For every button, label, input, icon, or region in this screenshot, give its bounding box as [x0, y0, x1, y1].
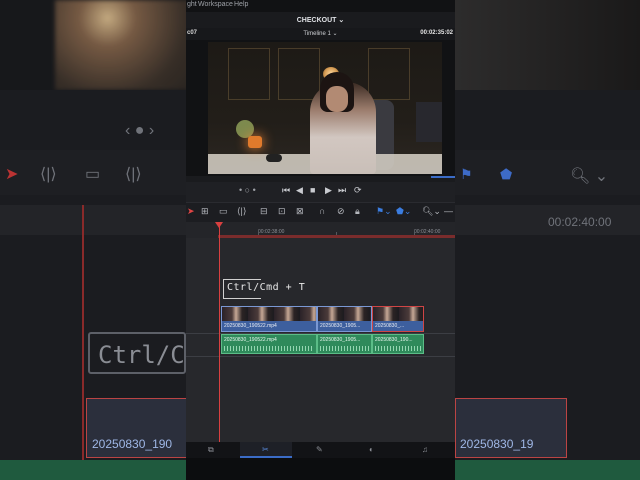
audio-clip[interactable]: 20250830_190... [372, 334, 424, 354]
flag-icon[interactable]: ⚑⌄ [376, 206, 392, 217]
media-icon[interactable]: ⧉ [208, 445, 214, 455]
background-timecode: 00:02:40:00 [548, 215, 612, 229]
audio-clip[interactable]: 20250830_1905... [317, 334, 372, 354]
background-blade-icon: ▭ [85, 166, 101, 183]
video-candle [248, 136, 262, 148]
video-monitor [416, 102, 442, 142]
loop-icon[interactable]: ⟳ [354, 185, 362, 196]
clip-name: 20250830_1905... [320, 337, 361, 343]
stop-icon[interactable]: ■ [310, 185, 315, 195]
shortcut-label: Ctrl/Cmd + T [227, 282, 306, 293]
menu-item-partial[interactable]: ght [187, 1, 197, 8]
chevron-down-icon: ⌄ [332, 31, 338, 37]
bottom-bar [186, 458, 455, 480]
video-wall-panel [228, 48, 270, 100]
video-person-face [326, 86, 348, 112]
video-frame [208, 42, 442, 174]
marker-icon[interactable]: ⬟⌄ [396, 206, 411, 217]
clip-name: 20250830_190522.mp4 [224, 337, 277, 343]
video-clip[interactable]: 20250830_190522.mp4 [221, 306, 317, 332]
video-wall-panel [278, 48, 320, 100]
viewer[interactable] [186, 40, 455, 176]
viewer-dots-icon[interactable]: • ○ • [239, 185, 256, 195]
dynamic-trim-icon[interactable]: ▭ [219, 206, 228, 217]
video-clip[interactable]: 20250830_1905... [317, 306, 372, 332]
record-timecode: 00:02:35:02 [420, 30, 453, 36]
transport-controls [186, 182, 455, 202]
overwrite-clip-icon[interactable]: ⊡ [278, 206, 286, 217]
blade-icon[interactable]: ⟨|⟩ [237, 206, 246, 217]
viewer-header: c07 Timeline 1 ⌄ 00:02:35:02 [186, 28, 455, 40]
play-icon[interactable]: ▶ [325, 185, 332, 196]
link-icon[interactable]: ⊘ [337, 206, 345, 217]
background-marker-icon: ⬟ [500, 166, 513, 182]
video-mouse [266, 154, 282, 162]
background-clip-name-left: 20250830_190 [92, 437, 173, 451]
background-playhead [82, 205, 84, 480]
clip-name: 20250830_190... [375, 337, 413, 343]
playhead-handle[interactable] [215, 222, 223, 228]
trim-icon[interactable]: ⊞ [201, 206, 209, 217]
track-separator [186, 356, 455, 357]
skip-back-icon[interactable]: ⏮ [282, 185, 290, 196]
background-flag-icon: ⚑ [460, 166, 473, 182]
background-clip-name-right: 20250830_19 [460, 437, 534, 451]
edit-icon[interactable]: ✎ [316, 445, 323, 454]
background-video-thumb-right [455, 0, 640, 90]
chevron-down-icon: ⌄ [338, 17, 345, 24]
zoom-slider-icon[interactable]: — [444, 206, 453, 216]
lock-icon[interactable]: 🔒︎ [355, 206, 360, 217]
menu-item-help[interactable]: Help [234, 1, 248, 8]
title-bar: CHECKOUT ⌄ [186, 12, 455, 28]
background-trim-icon: ⟨|⟩ [40, 166, 57, 183]
project-title[interactable]: CHECKOUT ⌄ [186, 16, 455, 24]
skip-forward-icon[interactable]: ⏭ [338, 185, 346, 196]
insert-clip-icon[interactable]: ⊟ [260, 206, 268, 217]
clip-name: 20250830_... [375, 323, 405, 329]
background-arrow-icon: ➤ [5, 166, 19, 183]
audio-waveform [375, 346, 421, 351]
background-dots-icon: ‹ ● › [125, 122, 155, 139]
clip-thumbnail [222, 307, 316, 321]
audio-waveform [320, 346, 370, 351]
background-zoom-icon: 🔍︎ ⌄ [570, 168, 609, 185]
timeline-selector[interactable]: Timeline 1 ⌄ [186, 30, 455, 37]
scrubber-progress [431, 176, 455, 178]
audio-clip[interactable]: 20250830_190522.mp4 [221, 334, 317, 354]
background-shortcut-label: Ctrl/C [88, 332, 186, 374]
video-clip-selected[interactable]: 20250830_... [372, 306, 424, 332]
zoom-icon[interactable]: 🔍︎⌄ [422, 206, 441, 217]
fairlight-icon[interactable]: ♫ [422, 445, 428, 454]
cut-icon[interactable]: ✂ [262, 445, 269, 454]
clip-name: 20250830_190522.mp4 [224, 323, 277, 329]
menu-item-workspace[interactable]: Workspace [198, 1, 233, 8]
replace-clip-icon[interactable]: ⊠ [296, 206, 304, 217]
clip-thumbnail [318, 307, 371, 321]
playhead[interactable] [219, 224, 220, 442]
audio-waveform [224, 346, 314, 351]
snapping-icon[interactable]: ∩ [319, 206, 325, 216]
clip-thumbnail [373, 307, 423, 321]
play-reverse-icon[interactable]: ◀ [296, 185, 303, 196]
color-icon[interactable]: ◐ [369, 445, 374, 454]
resolve-window: ght Workspace Help CHECKOUT ⌄ c07 Timeli… [186, 0, 455, 480]
video-wall-panel [368, 48, 410, 100]
background-slip-icon: ⟨|⟩ [125, 166, 142, 183]
selection-arrow-icon[interactable]: ➤ [187, 206, 195, 217]
clip-name: 20250830_1905... [320, 323, 361, 329]
